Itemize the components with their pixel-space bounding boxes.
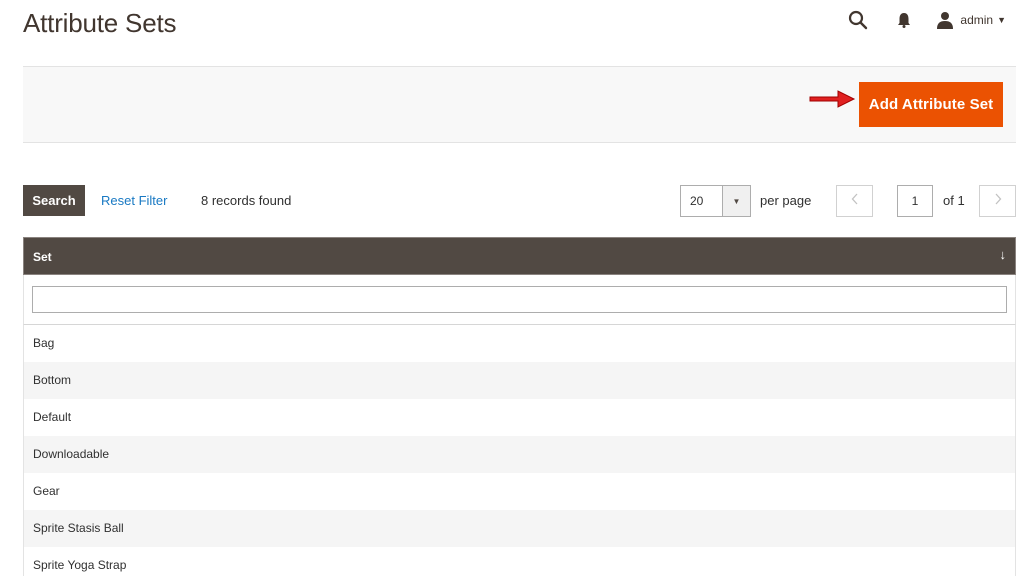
- records-count: 8 records found: [201, 193, 292, 208]
- add-attribute-set-button[interactable]: Add Attribute Set: [859, 82, 1003, 127]
- column-header-label: Set: [33, 250, 52, 264]
- set-filter-input[interactable]: [32, 286, 1007, 313]
- grid-rows: Bag Bottom Default Downloadable Gear Spr…: [23, 325, 1016, 576]
- caret-down-icon: ▼: [997, 15, 1006, 25]
- table-row[interactable]: Bottom: [23, 362, 1016, 399]
- filter-row: [23, 275, 1016, 325]
- user-name: admin: [960, 13, 994, 27]
- next-page-button[interactable]: [979, 185, 1016, 217]
- per-page-select[interactable]: 20 ▼: [680, 185, 751, 217]
- column-header-set[interactable]: Set ↓: [23, 237, 1016, 275]
- page-title: Attribute Sets: [23, 8, 177, 38]
- sort-arrow-icon: ↓: [999, 247, 1007, 262]
- chevron-left-icon: [851, 192, 859, 210]
- red-arrow-icon: [808, 88, 856, 110]
- table-row[interactable]: Sprite Stasis Ball: [23, 510, 1016, 547]
- per-page-value: 20: [690, 194, 704, 208]
- table-row[interactable]: Gear: [23, 473, 1016, 510]
- user-menu[interactable]: admin ▼: [935, 10, 1006, 30]
- per-page-label: per page: [760, 193, 812, 208]
- reset-filter-link[interactable]: Reset Filter: [101, 193, 167, 208]
- header-actions: admin ▼: [847, 6, 1006, 34]
- previous-page-button[interactable]: [836, 185, 873, 217]
- page-actions-bar: Add Attribute Set: [23, 66, 1016, 143]
- table-row[interactable]: Default: [23, 399, 1016, 436]
- user-icon: [935, 10, 955, 30]
- grid-toolbar: Search Reset Filter 8 records found 20 ▼…: [23, 185, 1016, 217]
- table-row[interactable]: Sprite Yoga Strap: [23, 547, 1016, 576]
- search-icon[interactable]: [847, 9, 869, 31]
- dropdown-arrow-icon[interactable]: ▼: [722, 186, 750, 216]
- chevron-right-icon: [994, 192, 1002, 210]
- search-button[interactable]: Search: [23, 185, 85, 216]
- bell-icon[interactable]: [895, 10, 913, 30]
- page-total: of 1: [943, 193, 965, 208]
- attribute-sets-grid: Set ↓ Bag Bottom Default Downloadable Ge…: [23, 237, 1016, 576]
- table-row[interactable]: Downloadable: [23, 436, 1016, 473]
- page-number-input[interactable]: [897, 185, 933, 217]
- table-row[interactable]: Bag: [23, 325, 1016, 362]
